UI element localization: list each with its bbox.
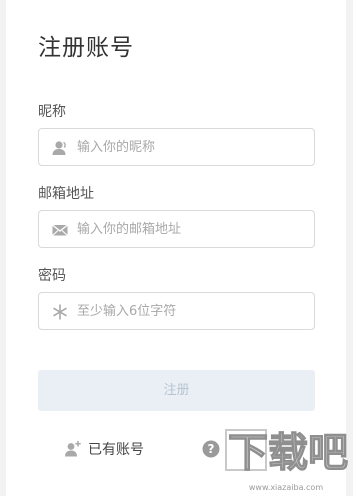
email-label: 邮箱地址 [38,186,94,202]
password-label: 密码 [38,268,66,284]
email-input[interactable] [77,211,307,247]
nickname-field-box [38,128,315,166]
svg-text:?: ? [208,442,215,456]
login-link[interactable]: 已有账号 [64,438,144,460]
password-input[interactable] [77,293,307,329]
envelope-icon [52,224,68,236]
user-icon [52,141,66,155]
asterisk-icon [53,304,67,320]
login-link-label: 已有账号 [88,442,144,458]
password-field-box [38,292,315,330]
email-field-box [38,210,315,248]
add-user-icon [65,441,81,457]
watermark-url: www.xiazaiba.com [249,483,323,492]
watermark-text: 下载吧 [228,430,348,476]
register-button[interactable]: 注册 [38,370,315,411]
nickname-input[interactable] [77,129,307,165]
nickname-label: 昵称 [38,104,66,120]
watermark-logo: 下载吧 www.xiazaiba.com [225,429,349,492]
page-title: 注册账号 [38,35,134,61]
